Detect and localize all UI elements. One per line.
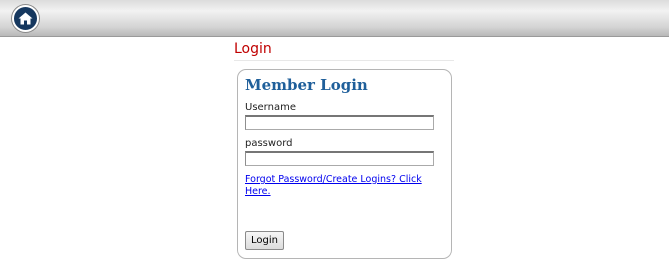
member-login-panel: Member Login Username password Forgot Pa… — [237, 69, 452, 259]
forgot-password-link[interactable]: Forgot Password/Create Logins? Click Her… — [245, 174, 445, 198]
home-button[interactable] — [12, 5, 39, 32]
top-bar — [0, 0, 669, 37]
home-icon — [18, 12, 33, 25]
username-label: Username — [245, 102, 296, 113]
login-button[interactable]: Login — [245, 231, 284, 250]
title-divider — [234, 60, 454, 61]
username-input[interactable] — [245, 115, 434, 130]
password-label: password — [245, 138, 293, 149]
page-title: Login — [234, 41, 272, 57]
panel-heading: Member Login — [245, 76, 368, 94]
password-input[interactable] — [245, 151, 434, 166]
